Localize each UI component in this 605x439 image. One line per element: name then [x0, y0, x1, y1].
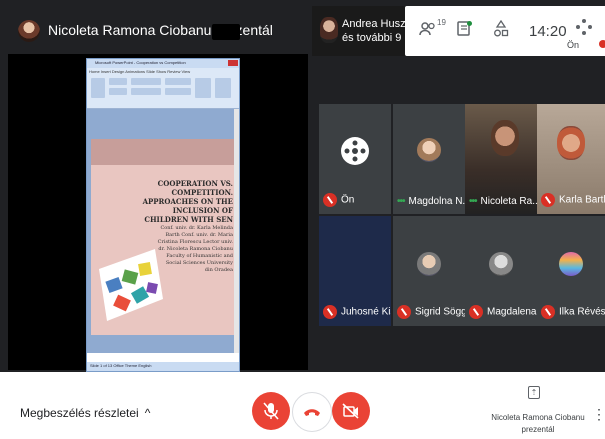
people-icon-svg: [419, 22, 435, 36]
close-icon: [228, 60, 238, 66]
participant-name: Ilka Révész: [541, 305, 605, 319]
more-options-icon[interactable]: ⋮: [592, 406, 605, 423]
participant-video: [491, 120, 519, 156]
participant-name-text: Sigrid Söggel: [415, 306, 465, 318]
avatar: [489, 252, 513, 276]
participant-name-text: Magdalena ...: [487, 306, 537, 318]
status-bar: Slide 1 of 13 Office Theme English: [87, 362, 239, 371]
drawing-icon: [195, 78, 211, 98]
apps-icon-svg: [576, 19, 592, 35]
speaking-icon: •••: [469, 196, 477, 207]
mic-off-icon: [323, 305, 337, 319]
participant-tile[interactable]: Juhosné Kis...: [319, 216, 391, 326]
participants-pill[interactable]: Andrea Huszár és további 9: [312, 6, 416, 56]
ribbon-button: [109, 78, 127, 85]
meeting-details-label: Megbeszélés részletei: [20, 406, 139, 420]
participant-name: ••• Magdolna N...: [397, 196, 465, 207]
self-label: Ön: [567, 40, 580, 50]
top-bar: Nicoleta Ramona Ciobanu prezentál Andrea…: [0, 0, 605, 62]
paragraph-buttons: [165, 78, 191, 85]
participant-video-tile[interactable]: ••• Nicoleta Ra...: [465, 104, 537, 214]
shared-window: Microsoft PowerPoint - Cooperation vs Co…: [86, 58, 240, 372]
speaking-icon: •••: [397, 196, 405, 207]
font-format-buttons: [131, 88, 161, 95]
self-mic-muted-indicator: [599, 40, 605, 48]
mic-off-icon: [541, 305, 555, 319]
presenter-avatar: [18, 20, 40, 42]
meeting-details-button[interactable]: Megbeszélés részletei ^: [20, 406, 150, 420]
slide-header-band: [91, 139, 236, 165]
apps-icon[interactable]: [575, 18, 593, 40]
chevron-up-icon: ^: [144, 406, 151, 420]
avatar: [320, 17, 338, 43]
hangup-icon: [304, 409, 320, 416]
participant-tile[interactable]: Sigrid Söggel: [393, 216, 465, 326]
bottom-bar: Megbeszélés részletei ^ ⇡ Nicoleta Ramona…: [0, 372, 605, 439]
camera-toggle-button[interactable]: [332, 392, 370, 430]
participant-name-text: Magdolna N...: [408, 196, 465, 207]
mic-off-icon: [263, 402, 279, 420]
mic-off-icon: [541, 193, 555, 207]
ribbon-tabs: Home Insert Design Animations Slide Show…: [89, 69, 191, 74]
present-screen-icon: ⇡: [528, 386, 540, 399]
puzzle-image: [99, 249, 163, 321]
participant-name-text: Ilka Révész: [559, 306, 605, 318]
participant-name-text: Juhosné Kis...: [341, 306, 391, 318]
presenting-name: Nicoleta Ramona Ciobanu prezentál: [491, 413, 585, 434]
microphone-toggle-button[interactable]: [252, 392, 290, 430]
font-selector: [131, 78, 161, 85]
activities-icon[interactable]: [493, 19, 509, 42]
window-title: Microsoft PowerPoint - Cooperation vs Co…: [95, 60, 186, 65]
paste-icon: [91, 78, 105, 98]
participant-count: 19: [437, 18, 446, 27]
editing-icon: [215, 78, 231, 98]
people-icon[interactable]: [419, 20, 437, 42]
chat-notification-dot: [467, 21, 472, 26]
participant-name: ••• Nicoleta Ra...: [469, 196, 537, 207]
self-effects-icon: [341, 137, 369, 165]
participant-name-text: Ön: [341, 194, 355, 206]
avatar: [559, 252, 583, 276]
mic-off-icon: [323, 193, 337, 207]
ribbon: Home Insert Design Animations Slide Show…: [87, 68, 239, 109]
alignment-buttons: [165, 88, 191, 95]
avatar: [417, 252, 441, 276]
slide-title: COOPERATION VS. COMPETITION. APPROACHES …: [142, 179, 233, 224]
presenting-indicator[interactable]: ⇡: [520, 382, 548, 400]
participant-name: Magdalena ...: [469, 305, 537, 319]
meeting-time: 14:20: [529, 23, 567, 40]
participant-name: Karla Barth: [541, 193, 605, 207]
participant-tile[interactable]: Ilka Révész: [537, 216, 605, 326]
slide-area: COOPERATION VS. COMPETITION. APPROACHES …: [87, 109, 239, 353]
status-text: Slide 1 of 13 Office Theme English: [90, 363, 152, 368]
slide-authors: Conf. univ. dr. Karla Melinda Barth Conf…: [157, 225, 233, 273]
mic-off-icon: [397, 305, 411, 319]
vertical-scrollbar: [234, 109, 239, 353]
presentation-slide: COOPERATION VS. COMPETITION. APPROACHES …: [91, 139, 236, 335]
participant-name-text: Karla Barth: [559, 194, 605, 206]
participant-name: Sigrid Söggel: [397, 305, 465, 319]
ribbon-button: [109, 88, 127, 95]
presenter-badge: [212, 24, 240, 40]
participant-video-tile[interactable]: Karla Barth: [537, 104, 605, 214]
participant-tile[interactable]: ••• Magdolna N...: [393, 104, 465, 214]
leave-call-button[interactable]: [292, 392, 332, 432]
participant-tile[interactable]: Ön: [319, 104, 391, 214]
participant-name: Juhosné Kis...: [323, 305, 391, 319]
participant-tile[interactable]: Magdalena ...: [465, 216, 537, 326]
meeting-toolbar: 19 14:20 Ön: [405, 6, 605, 56]
camera-off-icon: [342, 403, 359, 419]
participant-video: [557, 126, 585, 160]
activities-icon-svg: [494, 19, 509, 37]
avatar: [417, 138, 441, 162]
participant-name: Ön: [323, 193, 354, 207]
mic-off-icon: [469, 305, 483, 319]
participant-name-text: Nicoleta Ra...: [480, 196, 537, 207]
window-title-bar: Microsoft PowerPoint - Cooperation vs Co…: [87, 59, 239, 68]
